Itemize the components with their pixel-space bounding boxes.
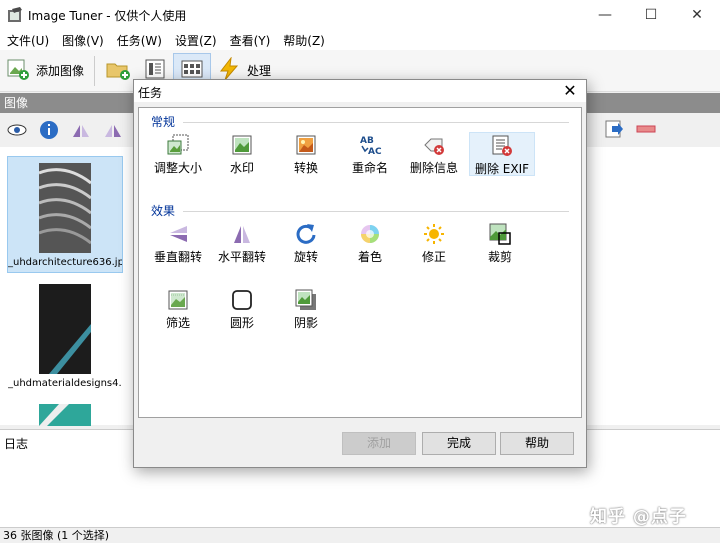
rotate-icon <box>295 223 317 245</box>
task-label: 裁剪 <box>487 250 512 264</box>
menu-view[interactable]: 查看(Y) <box>223 32 277 49</box>
task-convert[interactable]: 转换 <box>275 132 337 176</box>
window-title: Image Tuner - 仅供个人使用 <box>28 8 187 23</box>
status-bar: 36 张图像 (1 个选择) <box>0 527 720 543</box>
thumbnail-item[interactable]: _uhdmaterialdesigns4... <box>7 277 123 394</box>
rounded-rect-icon <box>231 289 253 311</box>
toolbar-separator <box>94 55 96 86</box>
menu-tasks[interactable]: 任务(W) <box>110 32 168 49</box>
info-icon[interactable] <box>38 119 60 141</box>
workspace-background <box>586 120 720 425</box>
task-resize[interactable]: 调整大小 <box>147 132 209 176</box>
shadow-icon <box>295 289 317 311</box>
close-button[interactable]: ✕ <box>674 0 720 30</box>
task-label: 水平翻转 <box>217 250 266 264</box>
rename-icon: AB AC <box>359 134 382 157</box>
menu-image[interactable]: 图像(V) <box>55 32 110 49</box>
task-label: 水印 <box>229 161 254 175</box>
convert-icon <box>295 134 317 156</box>
task-shadow[interactable]: 阴影 <box>275 287 337 331</box>
menu-file[interactable]: 文件(U) <box>0 32 55 49</box>
task-rotate[interactable]: 旋转 <box>275 221 337 265</box>
svg-text:AC: AC <box>368 147 382 156</box>
task-watermark[interactable]: 水印 <box>211 132 273 176</box>
thumbnail-filename: _uhdarchitecture636.jpg <box>8 257 122 268</box>
remove-exif-icon <box>491 135 513 157</box>
task-flip-vertical[interactable]: 垂直翻转 <box>147 221 209 265</box>
menu-help[interactable]: 帮助(Z) <box>276 32 331 49</box>
task-colorize[interactable]: 着色 <box>339 221 401 265</box>
menu-settings[interactable]: 设置(Z) <box>168 32 223 49</box>
tasks-dialog: 任务 ✕ 常规 调整大小 水印 转换 AB AC 重命名 删除信息 删除 EXI… <box>133 79 587 468</box>
task-flip-horizontal[interactable]: 水平翻转 <box>211 221 273 265</box>
remove-icon[interactable] <box>636 123 656 138</box>
add-folder-icon <box>105 57 131 84</box>
task-label: 筛选 <box>165 316 190 330</box>
remove-tag-icon <box>423 134 445 156</box>
menu-bar: 文件(U) 图像(V) 任务(W) 设置(Z) 查看(Y) 帮助(Z) <box>0 30 720 50</box>
task-remove-exif[interactable]: 删除 EXIF <box>469 132 535 176</box>
add-images-button[interactable]: 添加图像 <box>0 53 90 89</box>
section-divider <box>183 211 569 212</box>
section-divider <box>183 122 569 123</box>
svg-text:AB: AB <box>360 136 374 146</box>
task-remove-info[interactable]: 删除信息 <box>403 132 465 176</box>
flip-horizontal-icon <box>231 223 253 245</box>
task-label: 重命名 <box>351 161 388 175</box>
flip-vertical-icon <box>167 223 189 245</box>
maximize-button[interactable]: ☐ <box>628 0 674 30</box>
task-label: 调整大小 <box>153 161 202 175</box>
dialog-close-button[interactable]: ✕ <box>560 81 580 100</box>
log-label: 日志 <box>4 437 29 451</box>
dialog-title-bar: 任务 ✕ <box>134 80 586 102</box>
task-round-corners[interactable]: 圆形 <box>211 287 273 331</box>
task-label: 着色 <box>357 250 382 264</box>
move-right-icon[interactable] <box>604 119 624 142</box>
flip-vertical-icon[interactable] <box>70 119 92 141</box>
dialog-title: 任务 <box>138 86 163 100</box>
image-list[interactable]: _uhdarchitecture636.jpg _uhdmaterialdesi… <box>0 147 134 426</box>
add-button[interactable]: 添加 <box>342 432 416 455</box>
task-label: 修正 <box>421 250 446 264</box>
add-images-label: 添加图像 <box>36 64 85 78</box>
watermark-text: 知乎 @点子 <box>590 507 687 527</box>
thumbnail-filename: _uhdmaterialdesigns4... <box>8 378 122 389</box>
title-bar: Image Tuner - 仅供个人使用 — ☐ ✕ <box>0 0 720 30</box>
color-wheel-icon <box>359 223 381 245</box>
app-logo-icon <box>7 7 23 23</box>
sun-icon <box>423 223 445 245</box>
thumbnail-item[interactable]: _uhdarchitecture636.jpg <box>7 156 123 273</box>
process-label: 处理 <box>247 64 272 78</box>
done-button[interactable]: 完成 <box>422 432 496 455</box>
task-filter[interactable]: 筛选 <box>147 287 209 331</box>
crop-icon <box>489 223 511 245</box>
task-list: 常规 调整大小 水印 转换 AB AC 重命名 删除信息 删除 EXIF 效果 … <box>138 107 582 418</box>
thumbnail-image <box>38 163 92 253</box>
filter-icon <box>167 289 189 311</box>
task-label: 转换 <box>293 161 318 175</box>
add-image-icon <box>6 57 30 84</box>
flip-horizontal-icon[interactable] <box>102 119 124 141</box>
task-crop[interactable]: 裁剪 <box>469 221 531 265</box>
thumbnail-image <box>39 284 91 374</box>
task-label: 垂直翻转 <box>153 250 202 264</box>
watermark-icon <box>231 134 253 156</box>
help-button[interactable]: 帮助 <box>500 432 574 455</box>
resize-icon <box>167 134 189 156</box>
task-correct[interactable]: 修正 <box>403 221 465 265</box>
task-rename[interactable]: AB AC 重命名 <box>339 132 401 176</box>
add-folder-button[interactable] <box>99 53 137 89</box>
thumbnail-image <box>39 404 91 426</box>
task-label: 删除 EXIF <box>474 162 530 176</box>
task-label: 旋转 <box>293 250 318 264</box>
task-label: 圆形 <box>229 316 254 330</box>
task-label: 删除信息 <box>409 161 458 175</box>
task-label: 阴影 <box>293 316 318 330</box>
section-general-title: 常规 <box>151 115 176 129</box>
thumbnail-item[interactable] <box>7 397 123 431</box>
view-eye-icon[interactable] <box>6 119 28 141</box>
section-effects-title: 效果 <box>151 204 176 218</box>
minimize-button[interactable]: — <box>582 0 628 30</box>
